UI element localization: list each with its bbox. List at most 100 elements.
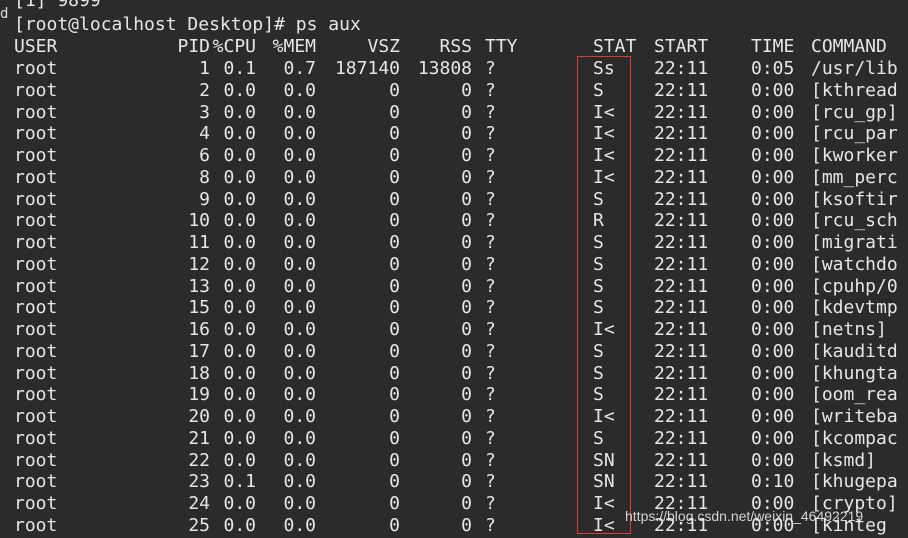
- left-edge-fragment: d: [0, 6, 9, 22]
- process-row: root 20 0.0 0.0 0 0? I< 22:11 0:00 [writeba: [14, 406, 908, 428]
- cell-cpu: 0.1: [223, 58, 256, 79]
- header-stat: STAT: [593, 36, 637, 57]
- cell-mem: 0.0: [283, 79, 316, 101]
- cell-vsz: 0: [389, 384, 400, 406]
- cell-time: 0:00: [751, 79, 795, 101]
- cell-start: 22:11: [654, 210, 709, 232]
- cell-start: 22:11: [654, 297, 709, 319]
- cell-mem: 0.0: [283, 232, 316, 253]
- cell-time: 0:00: [751, 427, 795, 449]
- cell-command: /usr/lib: [811, 58, 898, 79]
- cell-pid: 21: [188, 427, 210, 449]
- cell-time: 0:00: [751, 319, 795, 340]
- cell-tty: ?: [485, 101, 496, 123]
- process-row: root 9 0.0 0.0 0 0? S 22:11 0:00 [ksoftir: [14, 189, 908, 211]
- cell-mem: 0.0: [283, 188, 316, 210]
- cell-tty: ?: [485, 340, 496, 362]
- cell-user: root: [14, 493, 58, 514]
- cell-user: root: [14, 297, 58, 319]
- cell-user: root: [14, 188, 58, 210]
- cell-command: [rcu_gp]: [811, 101, 898, 123]
- cell-rss: 0: [461, 275, 472, 297]
- cell-vsz: 0: [389, 145, 400, 166]
- cell-time: 0:00: [751, 253, 795, 275]
- cell-cpu: 0.0: [223, 406, 256, 427]
- cell-command: [kdevtmp: [811, 297, 898, 319]
- process-row: root 21 0.0 0.0 0 0? S 22:11 0:00 [kcompac: [14, 428, 908, 450]
- cell-user: root: [14, 362, 58, 384]
- cell-command: [cpuhp/0: [811, 275, 898, 297]
- cell-start: 22:11: [654, 319, 709, 340]
- cell-command: [khugepa: [811, 471, 898, 493]
- header-vsz: VSZ: [367, 36, 400, 57]
- cell-tty: ?: [485, 384, 496, 406]
- cell-tty: ?: [485, 123, 496, 145]
- cell-vsz: 0: [389, 253, 400, 275]
- cell-rss: 0: [461, 449, 472, 471]
- cell-vsz: 0: [389, 406, 400, 427]
- cell-start: 22:11: [654, 145, 709, 166]
- cell-pid: 2: [199, 79, 210, 101]
- cell-tty: ?: [485, 79, 496, 101]
- cell-cpu: 0.1: [223, 471, 256, 493]
- cell-cpu: 0.0: [223, 79, 256, 101]
- cell-mem: 0.0: [283, 340, 316, 362]
- cell-vsz: 0: [389, 188, 400, 210]
- cell-pid: 11: [188, 232, 210, 253]
- cell-start: 22:11: [654, 101, 709, 123]
- cell-rss: 0: [461, 166, 472, 188]
- cell-cpu: 0.0: [223, 427, 256, 449]
- cell-user: root: [14, 123, 58, 145]
- cell-start: 22:11: [654, 384, 709, 406]
- cell-time: 0:05: [751, 58, 795, 79]
- cell-tty: ?: [485, 319, 496, 340]
- cell-pid: 1: [199, 58, 210, 79]
- cell-rss: 0: [461, 101, 472, 123]
- cell-tty: ?: [485, 253, 496, 275]
- cell-user: root: [14, 514, 58, 536]
- cell-time: 0:00: [751, 232, 795, 253]
- cell-start: 22:11: [654, 123, 709, 145]
- cell-cpu: 0.0: [223, 340, 256, 362]
- cell-rss: 0: [461, 384, 472, 406]
- cell-time: 0:00: [751, 406, 795, 427]
- cell-mem: 0.0: [283, 166, 316, 188]
- cell-user: root: [14, 449, 58, 471]
- cell-vsz: 0: [389, 123, 400, 145]
- cell-vsz: 0: [389, 297, 400, 319]
- cell-rss: 0: [461, 232, 472, 253]
- cell-vsz: 0: [389, 210, 400, 232]
- cell-vsz: 0: [389, 232, 400, 253]
- cell-tty: ?: [485, 58, 496, 79]
- previous-output-line: [1] 9899: [14, 0, 101, 11]
- cell-command: [kcompac: [811, 427, 898, 449]
- cell-start: 22:11: [654, 79, 709, 101]
- cell-pid: 8: [199, 166, 210, 188]
- cell-start: 22:11: [654, 449, 709, 471]
- cell-rss: 0: [461, 406, 472, 427]
- process-row: root 16 0.0 0.0 0 0? I< 22:11 0:00 [netns]: [14, 319, 908, 341]
- cell-mem: 0.0: [283, 297, 316, 319]
- terminal-window[interactable]: d [1] 9899 [root@localhost Desktop]# ps …: [0, 0, 908, 538]
- process-row: root 12 0.0 0.0 0 0? S 22:11 0:00 [watchdo: [14, 254, 908, 276]
- header-rss: RSS: [439, 36, 472, 57]
- cell-pid: 3: [199, 101, 210, 123]
- cell-vsz: 0: [389, 319, 400, 340]
- cell-vsz: 0: [389, 362, 400, 384]
- cell-user: root: [14, 275, 58, 297]
- cell-time: 0:00: [751, 210, 795, 232]
- process-row: root 23 0.1 0.0 0 0? SN 22:11 0:10 [khugepa: [14, 471, 908, 493]
- process-row: root 10 0.0 0.0 0 0? R 22:11 0:00 [rcu_sch: [14, 210, 908, 232]
- cell-tty: ?: [485, 275, 496, 297]
- cell-cpu: 0.0: [223, 101, 256, 123]
- cell-time: 0:00: [751, 145, 795, 166]
- cell-time: 0:00: [751, 449, 795, 471]
- cell-command: [kthread: [811, 79, 898, 101]
- header-start: START: [654, 36, 709, 57]
- cell-time: 0:00: [751, 297, 795, 319]
- watermark-text: https://blog.csdn.net/weixin_46492219: [625, 508, 864, 524]
- process-row: root 22 0.0 0.0 0 0? SN 22:11 0:00 [ksmd]: [14, 450, 908, 472]
- cell-pid: 20: [188, 406, 210, 427]
- header-mem: %MEM: [272, 36, 316, 57]
- cell-tty: ?: [485, 493, 496, 514]
